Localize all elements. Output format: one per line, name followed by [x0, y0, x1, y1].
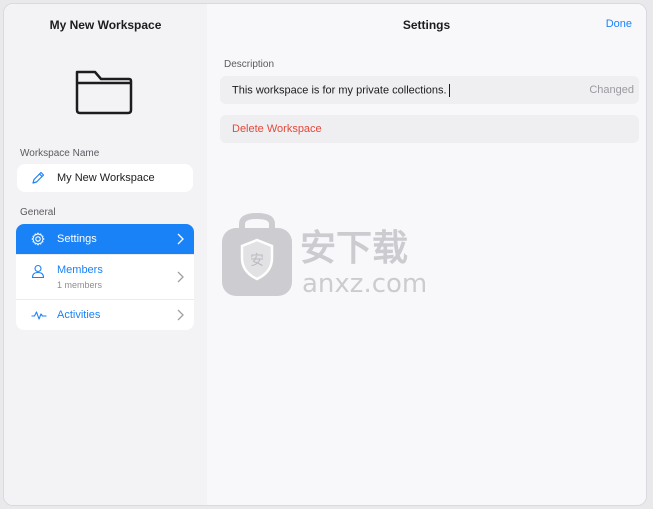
watermark-en-text: anxz.com — [302, 269, 427, 299]
chevron-right-icon — [177, 233, 184, 245]
workspace-name-value: My New Workspace — [57, 172, 155, 184]
text-caret — [448, 84, 450, 97]
description-label: Description — [224, 59, 275, 70]
sidebar-item-members[interactable]: Members 1 members — [16, 255, 194, 300]
sidebar: My New Workspace Workspace Name My New W… — [4, 4, 208, 505]
sidebar-item-label: Members — [57, 264, 103, 276]
members-count: 1 members — [57, 280, 103, 290]
chevron-right-icon — [177, 271, 184, 283]
person-icon — [31, 264, 45, 278]
sidebar-item-label: Activities — [57, 309, 101, 321]
settings-panel: Settings Done Description This workspace… — [207, 4, 646, 505]
app-window: My New Workspace Workspace Name My New W… — [3, 3, 647, 506]
sidebar-item-settings[interactable]: Settings — [16, 224, 194, 255]
workspace-name-field[interactable]: My New Workspace — [17, 164, 193, 192]
sidebar-item-label: Settings — [57, 233, 97, 245]
delete-workspace-label: Delete Workspace — [232, 123, 322, 135]
folder-icon — [75, 70, 133, 115]
sidebar-item-activities[interactable]: Activities — [16, 300, 194, 330]
general-label: General — [20, 207, 56, 218]
chevron-right-icon — [177, 309, 184, 321]
page-title: Settings — [402, 18, 451, 32]
pencil-icon — [32, 171, 45, 184]
done-button[interactable]: Done — [606, 18, 632, 30]
delete-workspace-button[interactable]: Delete Workspace — [220, 115, 639, 143]
workspace-name-label: Workspace Name — [20, 148, 100, 159]
workspace-title: My New Workspace — [49, 18, 162, 32]
description-field[interactable]: This workspace is for my private collect… — [220, 76, 639, 104]
activity-icon — [31, 311, 47, 320]
sidebar-menu: Settings Members 1 members Activities — [16, 224, 194, 330]
watermark-cn-text: 安下载 — [300, 228, 408, 269]
gear-icon — [31, 232, 45, 246]
changed-status: Changed — [589, 84, 634, 96]
watermark-logo: 安 安下载 anxz.com — [222, 212, 427, 299]
description-value: This workspace is for my private collect… — [232, 84, 447, 97]
svg-text:安: 安 — [250, 253, 264, 269]
